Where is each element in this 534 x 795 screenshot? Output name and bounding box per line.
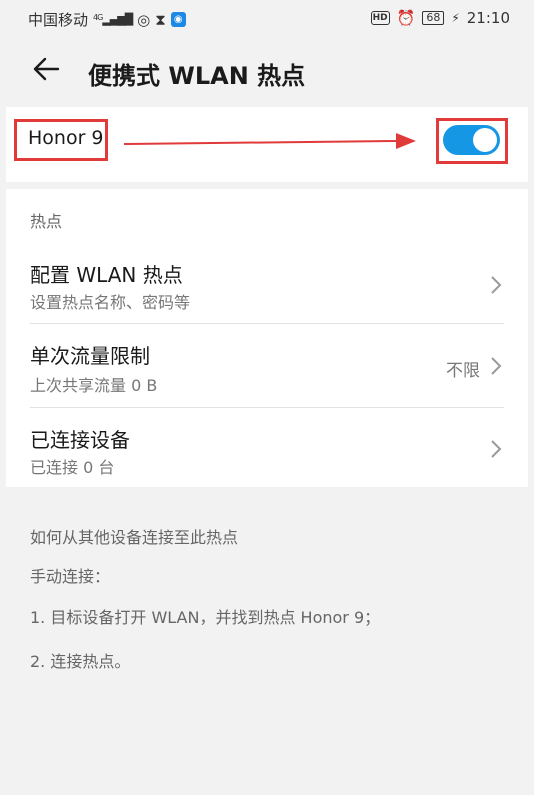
clock: 21:10	[466, 9, 510, 27]
hd-icon: HD	[370, 11, 390, 25]
toggle-knob	[473, 128, 497, 152]
row-subtitle: 已连接 0 台	[30, 458, 115, 477]
status-right: HD ⏰ 68 ⚡ 21:10	[370, 9, 510, 27]
row-title: 配置 WLAN 热点	[30, 263, 183, 287]
row-value: 不限	[446, 361, 480, 381]
alarm-icon: ⏰	[396, 9, 416, 27]
status-left: 中国移动 4G▂▄▆█ ◎ ⧗ ◉	[28, 9, 186, 30]
status-bar: 中国移动 4G▂▄▆█ ◎ ⧗ ◉ HD ⏰ 68 ⚡ 21:10	[0, 0, 534, 38]
row-connected-devices[interactable]: 已连接设备 已连接 0 台	[6, 408, 528, 487]
signal-icon: 4G▂▄▆█	[93, 13, 133, 26]
app-header: 便携式 WLAN 热点	[0, 38, 534, 106]
row-subtitle: 上次共享流量 0 B	[30, 376, 158, 395]
hotspot-card: Honor 9	[6, 107, 528, 182]
section-label-hotspot: 热点	[30, 212, 63, 231]
back-arrow-icon[interactable]	[30, 53, 62, 85]
row-title: 已连接设备	[30, 428, 130, 452]
row-subtitle: 设置热点名称、密码等	[30, 293, 191, 312]
hotspot-name: Honor 9	[28, 127, 104, 149]
help-step-1: 1. 目标设备打开 WLAN，并找到热点 Honor 9；	[30, 608, 381, 627]
network-type: 4G	[93, 13, 103, 22]
chevron-right-icon	[491, 357, 502, 375]
help-manual: 手动连接：	[30, 567, 111, 586]
hotspot-toggle[interactable]	[443, 125, 500, 155]
row-traffic-limit[interactable]: 单次流量限制 上次共享流量 0 B 不限	[6, 324, 528, 407]
help-title: 如何从其他设备连接至此热点	[30, 528, 239, 547]
row-configure-hotspot[interactable]: 配置 WLAN 热点 设置热点名称、密码等	[6, 247, 528, 323]
page-title: 便携式 WLAN 热点	[88, 62, 306, 90]
settings-card: 热点 配置 WLAN 热点 设置热点名称、密码等 单次流量限制 上次共享流量 0…	[6, 189, 528, 487]
shield-app-icon: ◉	[170, 12, 186, 27]
battery-icon: 68	[422, 11, 445, 25]
carrier-label: 中国移动	[28, 11, 89, 29]
row-title: 单次流量限制	[30, 344, 150, 368]
hotspot-icon: ◎	[137, 10, 151, 29]
charging-icon: ⚡	[451, 11, 460, 25]
help-step-2: 2. 连接热点。	[30, 652, 131, 671]
chevron-right-icon	[491, 440, 502, 458]
chevron-right-icon	[491, 276, 502, 294]
annotation-arrow	[124, 133, 416, 149]
battery-level: 68	[426, 11, 441, 24]
hourglass-icon: ⧗	[155, 10, 166, 29]
